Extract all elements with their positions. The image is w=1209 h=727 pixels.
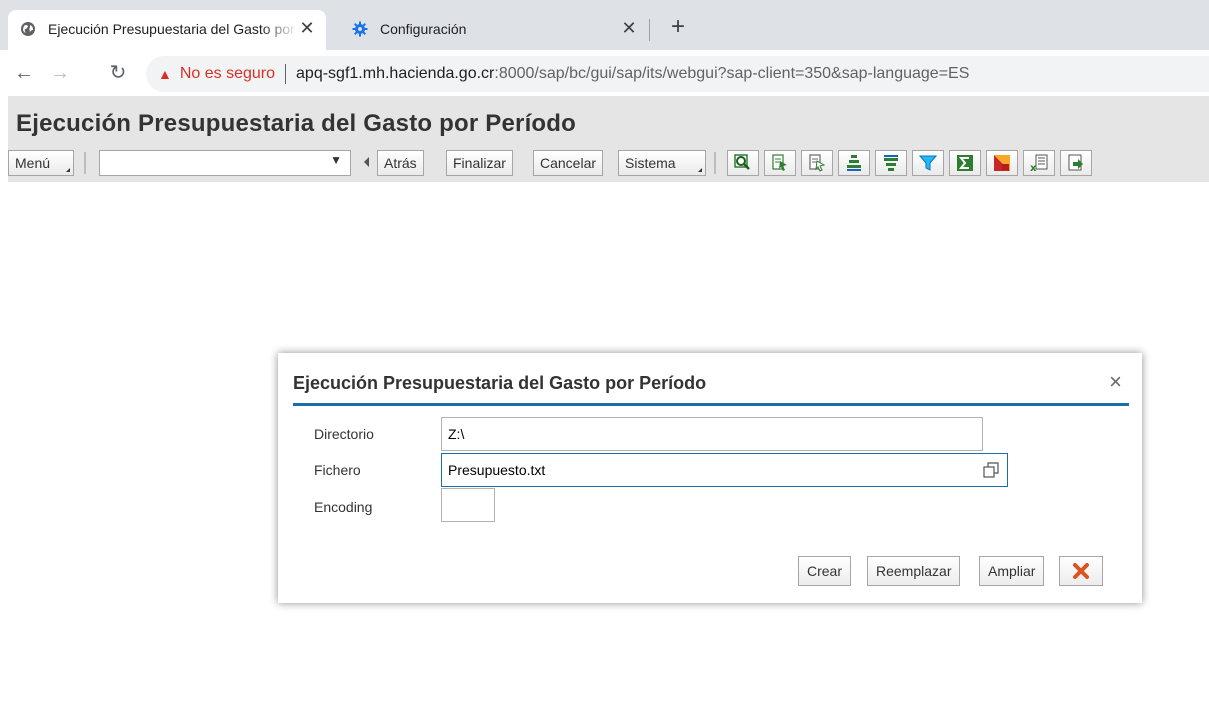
page-title: Ejecución Presupuestaria del Gasto por P… [16,110,577,137]
find-button[interactable] [727,150,759,176]
encoding-field[interactable] [441,488,495,522]
tab-configuracion[interactable]: Configuración ✕ [338,10,648,50]
toolbar-divider [714,152,716,174]
tab-title: Ejecución Presupuestaria del Gasto por P… [48,21,298,37]
toolbar-divider [84,152,86,174]
extend-button[interactable]: Ampliar [979,556,1045,586]
directorio-field[interactable]: Z:\ [441,417,983,451]
cancel-x-icon [1073,563,1089,579]
sort-descending-icon [884,155,898,171]
tab-title: Configuración [380,21,467,37]
tab-ejecucion[interactable]: Ejecución Presupuestaria del Gasto por P… [8,10,326,50]
cancel-dialog-button[interactable] [1059,556,1103,586]
sort-ascending-icon [847,155,861,171]
app-header: Ejecución Presupuestaria del Gasto por P… [8,96,1209,182]
back-arrow-icon[interactable]: ← [12,62,36,86]
application-toolbar: Menú ▼ Atrás Finalizar Cancelar Sistema [8,146,1209,180]
globe-icon [21,22,35,36]
dialog-title: Ejecución Presupuestaria del Gasto por P… [293,373,707,393]
sum-button[interactable] [949,150,981,176]
filter-button[interactable] [912,150,944,176]
export-excel-icon: x [1030,154,1048,172]
deselect-all-button[interactable] [801,150,833,176]
url-divider [285,64,287,84]
file-save-dialog: Ejecución Presupuestaria del Gasto por P… [278,353,1142,603]
fichero-value: Presupuesto.txt [448,462,546,478]
system-button[interactable]: Sistema [618,150,706,176]
filter-icon [919,155,937,171]
dialog-title-underline [293,403,1129,406]
fichero-field[interactable]: Presupuesto.txt [441,453,1008,487]
reload-icon[interactable]: ↻ [106,62,130,86]
sort-ascending-button[interactable] [838,150,870,176]
url-host: apq-sgf1.mh.hacienda.go.cr [296,65,495,82]
command-field[interactable]: ▼ [99,150,351,176]
export-excel-button[interactable]: x [1023,150,1055,176]
deselect-icon [809,154,826,172]
new-tab-button[interactable]: + [664,14,692,42]
chevron-down-icon[interactable]: ▼ [330,153,342,167]
export-local-file-button[interactable] [1060,150,1092,176]
select-all-button[interactable] [764,150,796,176]
encoding-label: Encoding [314,499,373,515]
security-indicator[interactable]: No es seguro [180,65,275,83]
fichero-label: Fichero [314,462,361,478]
warning-icon: ▲ [158,66,172,82]
close-tab-icon[interactable]: ✕ [620,19,638,38]
back-button[interactable]: Atrás [377,150,424,176]
directorio-label: Directorio [314,426,374,442]
gear-icon [352,21,368,37]
address-bar: ← → ↻ ▲ No es seguro apq-sgf1.mh.haciend… [0,50,1209,96]
close-icon[interactable]: × [1109,371,1122,393]
sum-icon [957,155,973,171]
close-tab-icon[interactable]: ✕ [298,19,316,38]
svg-text:x: x [1030,163,1037,172]
sort-descending-button[interactable] [875,150,907,176]
menu-button[interactable]: Menú [8,150,74,176]
finish-button[interactable]: Finalizar [446,150,513,176]
triangle-left-icon[interactable] [364,157,369,167]
export-local-file-icon [1068,154,1083,171]
value-help-icon[interactable] [983,462,999,478]
find-icon [734,154,750,170]
forward-arrow-icon[interactable]: → [48,62,72,86]
select-icon [772,154,787,171]
replace-button[interactable]: Reemplazar [867,556,961,586]
url-path: :8000/sap/bc/gui/sap/its/webgui?sap-clie… [494,65,970,82]
tab-divider [649,19,650,41]
cancel-button[interactable]: Cancelar [533,150,604,176]
create-button[interactable]: Crear [798,556,852,586]
subtotal-button[interactable] [986,150,1018,176]
url-field[interactable]: ▲ No es seguro apq-sgf1.mh.hacienda.go.c… [146,56,1209,92]
subtotal-icon [994,155,1010,171]
